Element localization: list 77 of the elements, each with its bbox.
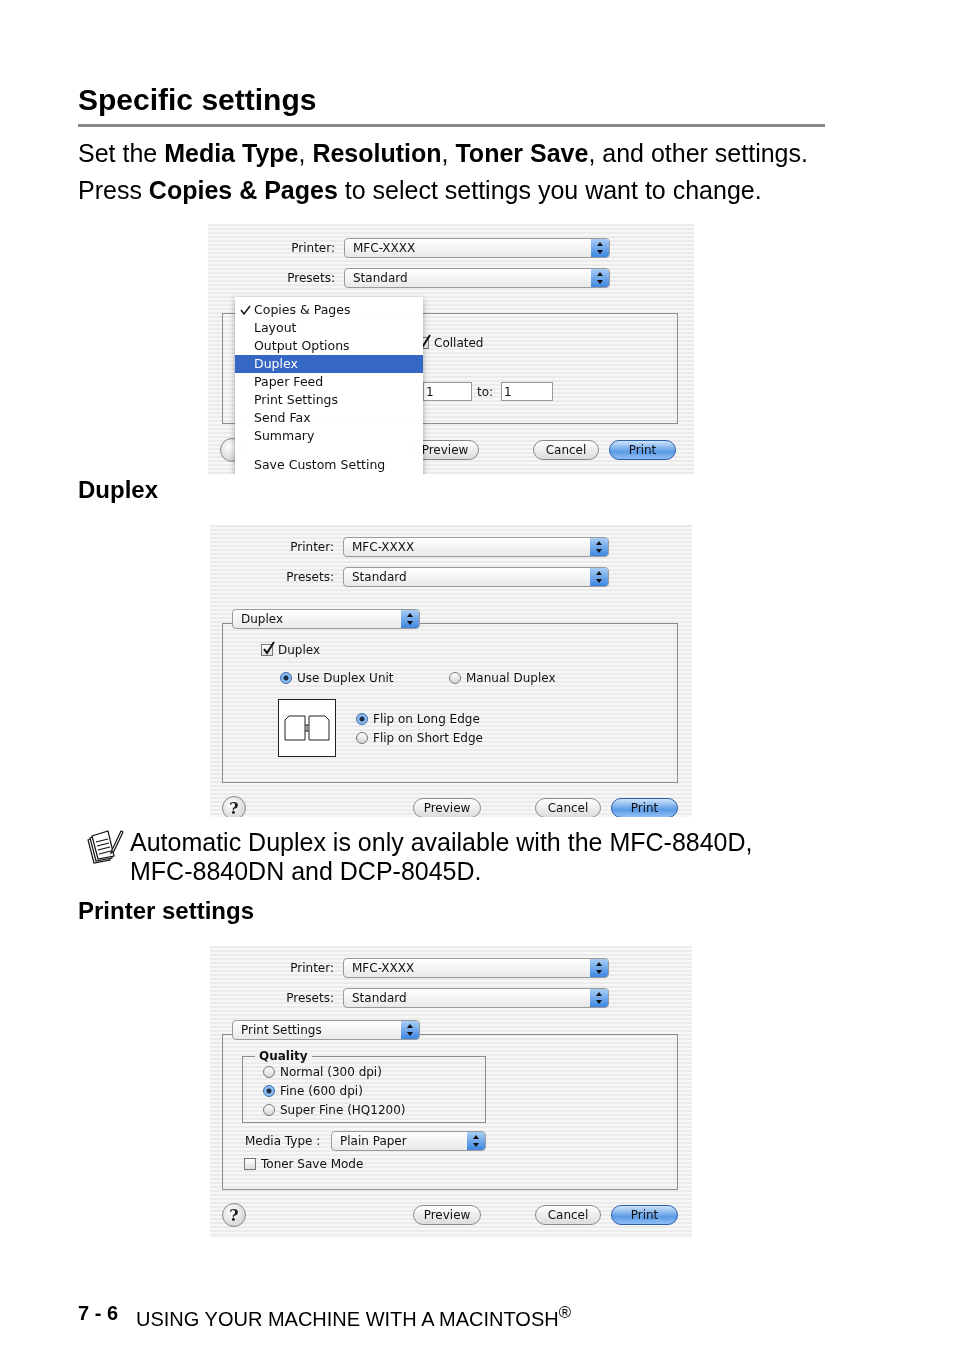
- radio-label: Super Fine (HQ1200): [280, 1103, 406, 1117]
- printer-label: Printer:: [290, 241, 335, 255]
- radio-button[interactable]: [449, 672, 461, 684]
- panel-dropdown[interactable]: Print Settings: [232, 1020, 420, 1040]
- dialog-button[interactable]: Cancel: [535, 798, 601, 817]
- radio-label: Normal (300 dpi): [280, 1065, 382, 1079]
- menu-item[interactable]: Print Settings: [235, 391, 423, 409]
- help-button[interactable]: ?: [222, 796, 246, 817]
- radio-button[interactable]: [356, 732, 368, 744]
- from-field[interactable]: 1: [423, 382, 472, 401]
- checkmark-icon: [240, 305, 251, 315]
- notepad-pencil-icon: [86, 828, 124, 864]
- group-title: Quality: [255, 1049, 312, 1063]
- presets-dropdown[interactable]: Standard: [343, 567, 609, 587]
- dialog-button[interactable]: Cancel: [533, 440, 599, 460]
- panel-dropdown[interactable]: Duplex: [232, 609, 420, 629]
- radio-label: Fine (600 dpi): [280, 1084, 363, 1098]
- checkbox[interactable]: [244, 1158, 256, 1170]
- radio-label: Flip on Long Edge: [373, 712, 480, 726]
- updown-arrows-icon: [591, 269, 609, 287]
- menu-item[interactable]: Send Fax: [235, 409, 423, 427]
- radio-button[interactable]: [263, 1104, 275, 1116]
- checkbox-label: Toner Save Mode: [261, 1157, 364, 1171]
- radio-button[interactable]: [280, 672, 292, 684]
- to-label: to:: [477, 384, 494, 399]
- media-type-dropdown[interactable]: Plain Paper: [331, 1131, 486, 1151]
- presets-label: Presets:: [285, 991, 334, 1005]
- updown-arrows-icon: [401, 1021, 419, 1039]
- media-type-label: Media Type :: [245, 1134, 322, 1148]
- checkbox-label: Duplex: [278, 643, 321, 657]
- radio-button[interactable]: [356, 713, 368, 725]
- default-button[interactable]: Print: [611, 1205, 678, 1225]
- updown-arrows-icon: [467, 1132, 485, 1150]
- page-heading: Specific settings: [78, 82, 318, 118]
- default-button[interactable]: Print: [609, 440, 676, 460]
- printer-label: Printer:: [289, 540, 334, 554]
- menu-item[interactable]: Paper Feed: [235, 373, 423, 391]
- menu-item[interactable]: Copies & Pages: [235, 301, 423, 319]
- radio-label: Flip on Short Edge: [373, 731, 483, 745]
- page-number: 7 - 6: [78, 1301, 119, 1326]
- presets-dropdown[interactable]: Standard: [344, 268, 610, 288]
- checkbox-label: Collated: [434, 336, 484, 350]
- presets-label: Presets:: [286, 271, 335, 285]
- presets-dropdown[interactable]: Standard: [343, 988, 609, 1008]
- updown-arrows-icon: [590, 568, 608, 586]
- updown-arrows-icon: [591, 239, 609, 257]
- checkmark-icon: [263, 641, 275, 655]
- chapter-title: USING YOUR MACHINE WITH A MACINTOSH$^{®}$: [136, 1302, 571, 1331]
- section-heading: Duplex: [78, 475, 159, 505]
- dialog-button[interactable]: Preview: [413, 798, 481, 817]
- dialog-button[interactable]: Cancel: [535, 1205, 601, 1225]
- default-button[interactable]: Print: [611, 798, 678, 817]
- printer-label: Printer:: [289, 961, 334, 975]
- menu-item[interactable]: Duplex: [235, 355, 423, 373]
- radio-label: Manual Duplex: [466, 671, 556, 685]
- printer-dropdown[interactable]: MFC-XXXX: [344, 238, 610, 258]
- printer-dropdown[interactable]: MFC-XXXX: [343, 958, 609, 978]
- dialog-button[interactable]: Preview: [413, 1205, 481, 1225]
- updown-arrows-icon: [590, 989, 608, 1007]
- menu-item[interactable]: Output Options: [235, 337, 423, 355]
- presets-label: Presets:: [285, 570, 334, 584]
- menu-item[interactable]: Layout: [235, 319, 423, 337]
- to-field[interactable]: 1: [501, 382, 554, 401]
- intro-text: Press Copies & Pages to select settings you want to change.: [78, 175, 763, 206]
- radio-label: Use Duplex Unit: [297, 671, 394, 685]
- radio-button[interactable]: [263, 1085, 275, 1097]
- printer-dropdown[interactable]: MFC-XXXX: [343, 537, 609, 557]
- updown-arrows-icon: [590, 959, 608, 977]
- intro-text: Set the Media Type, Resolution, Toner Save, and other settings.: [78, 138, 809, 169]
- radio-button[interactable]: [263, 1066, 275, 1078]
- help-button[interactable]: ?: [222, 1203, 246, 1227]
- section-heading: Printer settings: [78, 896, 256, 926]
- checkbox[interactable]: [261, 644, 273, 656]
- note-text: Automatic Duplex is only available with the MFC-8840D, MFC-8840DN and DCP-8045D.: [130, 828, 754, 886]
- updown-arrows-icon: [590, 538, 608, 556]
- updown-arrows-icon: [401, 610, 419, 628]
- open-booklet-icon: [284, 715, 330, 741]
